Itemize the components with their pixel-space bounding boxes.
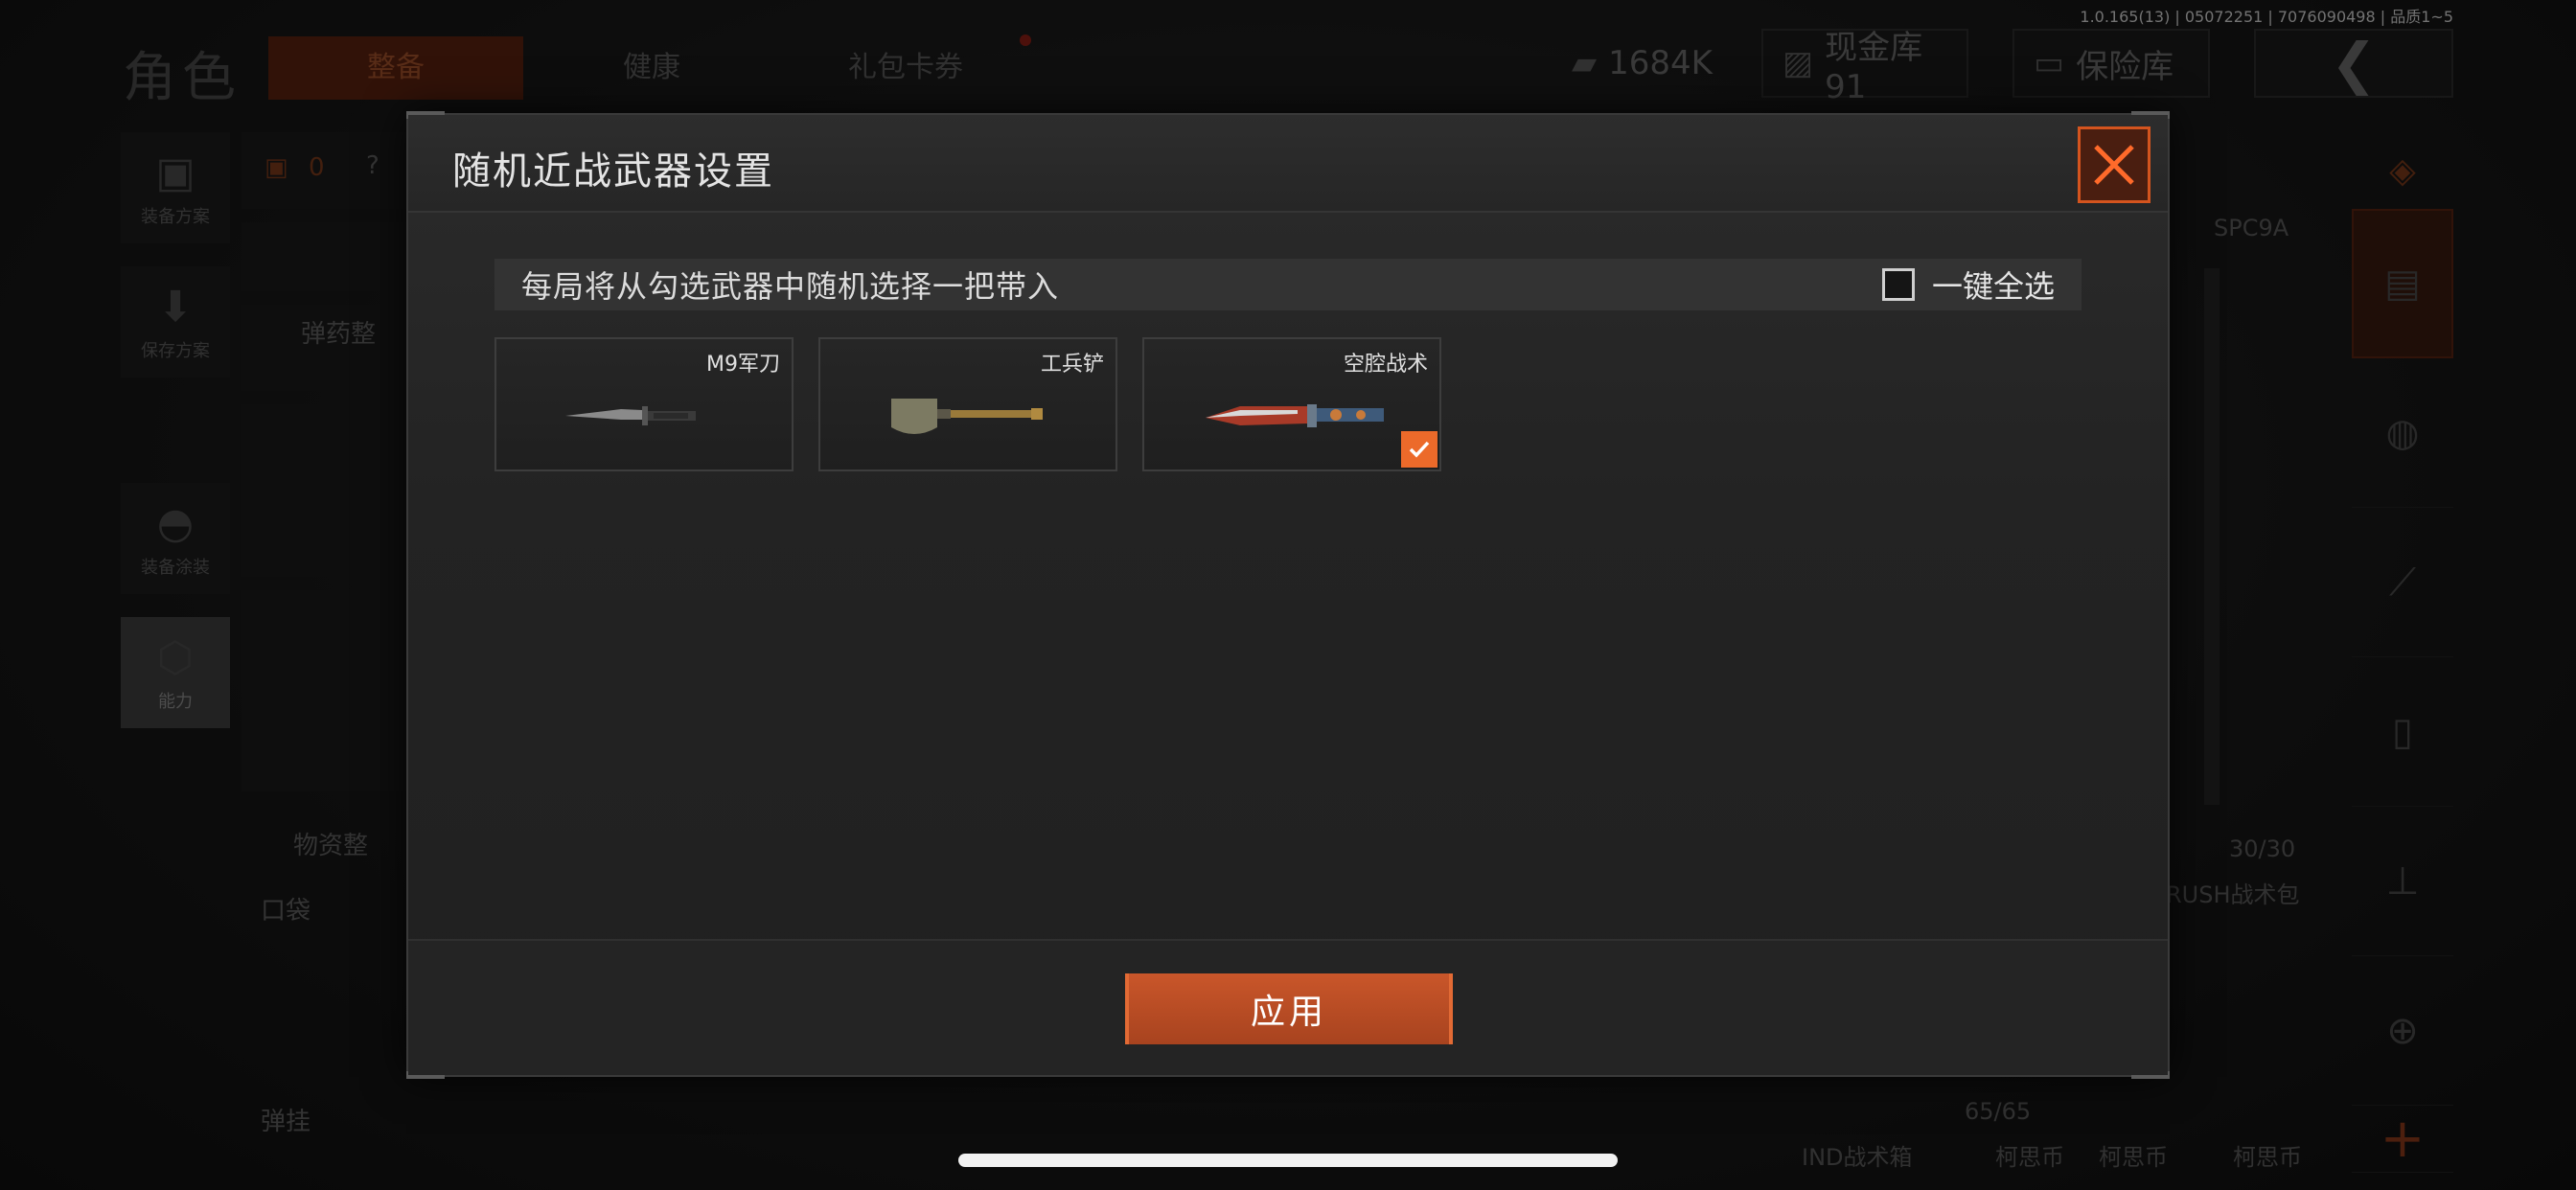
- weapon-card-shovel[interactable]: 工兵铲: [818, 337, 1117, 471]
- weapon-card-m9[interactable]: M9军刀: [494, 337, 794, 471]
- select-all-checkbox[interactable]: [1881, 268, 1915, 301]
- selection-bar: 每局将从勾选武器中随机选择一把带入 一键全选: [494, 259, 2082, 310]
- home-indicator[interactable]: [958, 1154, 1618, 1167]
- combat-knife-icon: [565, 406, 696, 425]
- apply-button[interactable]: 应用: [1125, 973, 1453, 1044]
- select-all-toggle[interactable]: 一键全选: [1881, 263, 2055, 307]
- selected-checkbox[interactable]: [1401, 431, 1438, 468]
- checkmark-icon: [1409, 441, 1430, 458]
- dialog-footer: 应用: [408, 939, 2168, 1075]
- weapon-card-tactical[interactable]: 空腔战术: [1142, 337, 1441, 471]
- weapon-name: 空腔战术: [1343, 353, 1428, 377]
- weapon-name: 工兵铲: [1040, 353, 1104, 377]
- selection-hint: 每局将从勾选武器中随机选择一把带入: [521, 268, 1060, 305]
- weapon-name: M9军刀: [706, 353, 780, 377]
- shovel-icon: [891, 399, 1043, 434]
- select-all-label: 一键全选: [1931, 268, 2055, 305]
- weapon-list: M9军刀 工兵铲 空腔战术: [494, 337, 1441, 471]
- close-button[interactable]: [2078, 126, 2150, 203]
- close-icon: [2094, 145, 2134, 185]
- dialog-header: 随机近战武器设置: [408, 115, 2168, 213]
- game-screen: 1.0.165(13) | 05072251 | 7076090498 | 品质…: [0, 0, 2576, 1190]
- melee-weapon-settings-dialog: 随机近战武器设置 每局将从勾选武器中随机选择一把带入 一键全选 M9军刀 工兵铲…: [406, 111, 2170, 1079]
- tactical-blade-icon: [1206, 404, 1384, 427]
- dialog-title: 随机近战武器设置: [452, 149, 774, 194]
